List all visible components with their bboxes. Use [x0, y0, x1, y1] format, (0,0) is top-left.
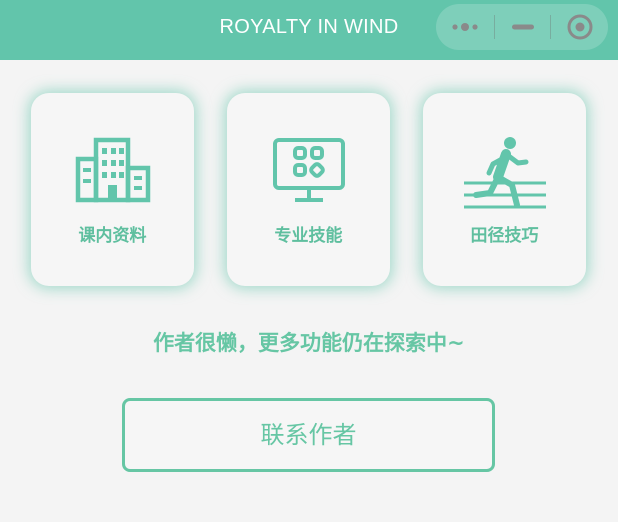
title-bar: ROYALTY IN WIND: [0, 0, 618, 60]
card-label: 田径技巧: [470, 226, 539, 246]
runner-icon: [463, 137, 546, 209]
building-icon: [75, 137, 150, 203]
more-button[interactable]: [436, 4, 494, 50]
card-label: 专业技能: [274, 226, 343, 246]
card-professional-skills[interactable]: 专业技能: [227, 93, 390, 286]
card-label: 课内资料: [78, 226, 147, 246]
window-capsule: [436, 4, 608, 50]
monitor-apps-icon: [272, 138, 345, 202]
close-button[interactable]: [551, 4, 608, 50]
card-track-field-tips[interactable]: 田径技巧: [423, 93, 586, 286]
notice-text: 作者很懒，更多功能仍在探索中~: [153, 331, 465, 355]
minimize-button[interactable]: [495, 4, 550, 50]
card-course-materials[interactable]: 课内资料: [31, 93, 194, 286]
minimize-icon: [511, 24, 534, 30]
more-dots-icon: [452, 23, 478, 31]
close-circle-icon: [567, 14, 592, 40]
contact-author-button[interactable]: 联系作者: [122, 398, 495, 472]
